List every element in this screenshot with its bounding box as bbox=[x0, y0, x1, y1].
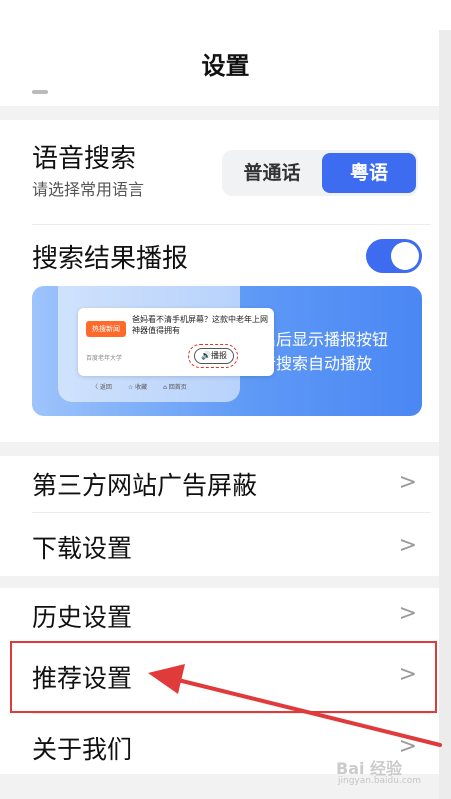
watermark-sub: jingyan.baidu.com bbox=[338, 776, 422, 786]
annotation-arrow-icon bbox=[148, 664, 442, 747]
